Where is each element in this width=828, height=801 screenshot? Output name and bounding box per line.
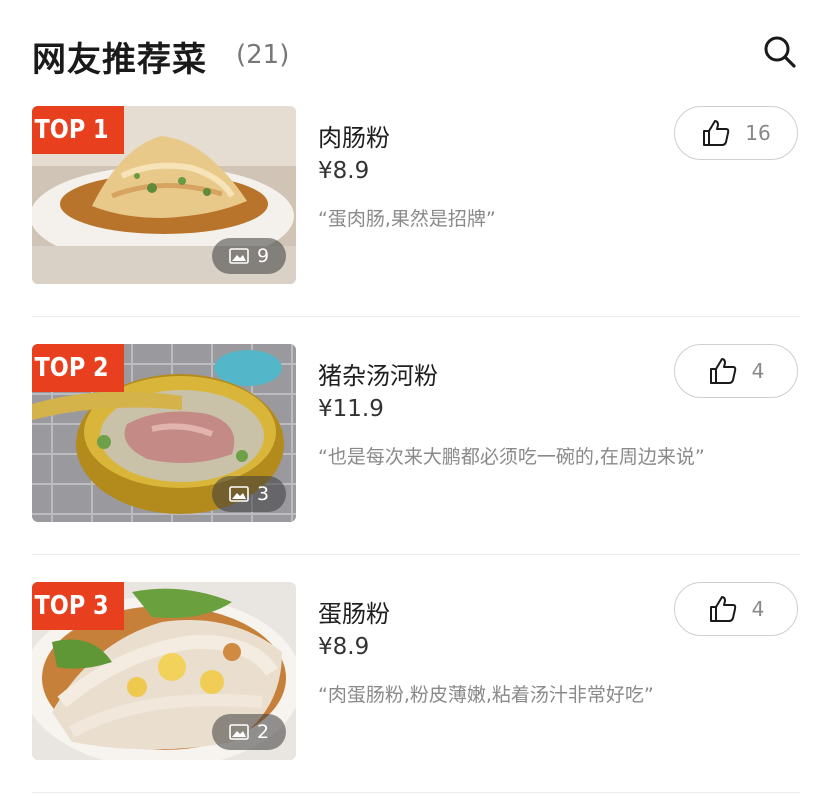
like-button[interactable]: 4 — [674, 344, 798, 398]
dish-name: 肉肠粉 — [318, 124, 390, 152]
divider — [32, 792, 800, 793]
dish-name: 蛋肠粉 — [318, 600, 390, 628]
photo-count-badge[interactable]: 2 — [212, 714, 286, 750]
search-button[interactable] — [762, 34, 798, 70]
dish-price: ¥11.9 — [318, 396, 384, 422]
thumbs-up-icon — [703, 120, 730, 146]
photo-count: 2 — [256, 721, 270, 743]
photo-count: 9 — [256, 245, 270, 267]
rank-label: TOP 3 — [32, 582, 112, 630]
dish-price: ¥8.9 — [318, 634, 370, 660]
dish-review-quote: “肉蛋肠粉,粉皮薄嫩,粘着汤汁非常好吃” — [318, 684, 654, 706]
like-count: 4 — [751, 359, 765, 383]
like-count: 4 — [751, 597, 765, 621]
dish-photo[interactable]: TOP 1 9 — [32, 106, 296, 284]
rank-badge: TOP 1 — [32, 106, 124, 154]
dish-name: 猪杂汤河粉 — [318, 362, 438, 390]
dish-review-quote: “也是每次来大鹏都必须吃一碗的,在周边来说” — [318, 446, 705, 468]
photo-count-badge[interactable]: 3 — [212, 476, 286, 512]
like-button[interactable]: 16 — [674, 106, 798, 160]
search-icon — [764, 36, 796, 68]
rank-badge: TOP 2 — [32, 344, 124, 392]
image-icon — [229, 486, 249, 502]
dish-count: (21) — [236, 40, 290, 70]
page-title: 网友推荐菜 — [32, 40, 207, 80]
thumbs-up-icon — [709, 596, 736, 622]
rank-label: TOP 1 — [32, 106, 112, 154]
like-button[interactable]: 4 — [674, 582, 798, 636]
photo-count-badge[interactable]: 9 — [212, 238, 286, 274]
section-header: 网友推荐菜 (21) — [32, 30, 798, 80]
thumbs-up-icon — [709, 358, 736, 384]
dish-photo[interactable]: TOP 3 2 — [32, 582, 296, 760]
dish-photo[interactable]: TOP 2 3 — [32, 344, 296, 522]
divider — [32, 554, 800, 555]
dish-price: ¥8.9 — [318, 158, 370, 184]
image-icon — [229, 248, 249, 264]
dish-item[interactable]: TOP 2 3 猪杂汤河粉 ¥11.9 “也是每次来大鹏都必须吃一碗的,在周边来… — [32, 344, 800, 522]
dish-item[interactable]: TOP 3 2 蛋肠粉 ¥8.9 “肉蛋肠粉,粉皮薄嫩,粘着汤汁非常好吃” 4 — [32, 582, 800, 760]
rank-badge: TOP 3 — [32, 582, 124, 630]
dish-item[interactable]: TOP 1 9 肉肠粉 ¥8.9 “蛋肉肠,果然是招牌” 16 — [32, 106, 800, 284]
rank-label: TOP 2 — [32, 344, 112, 392]
image-icon — [229, 724, 249, 740]
photo-count: 3 — [256, 483, 270, 505]
divider — [32, 316, 800, 317]
like-count: 16 — [745, 121, 771, 145]
dish-review-quote: “蛋肉肠,果然是招牌” — [318, 208, 496, 230]
